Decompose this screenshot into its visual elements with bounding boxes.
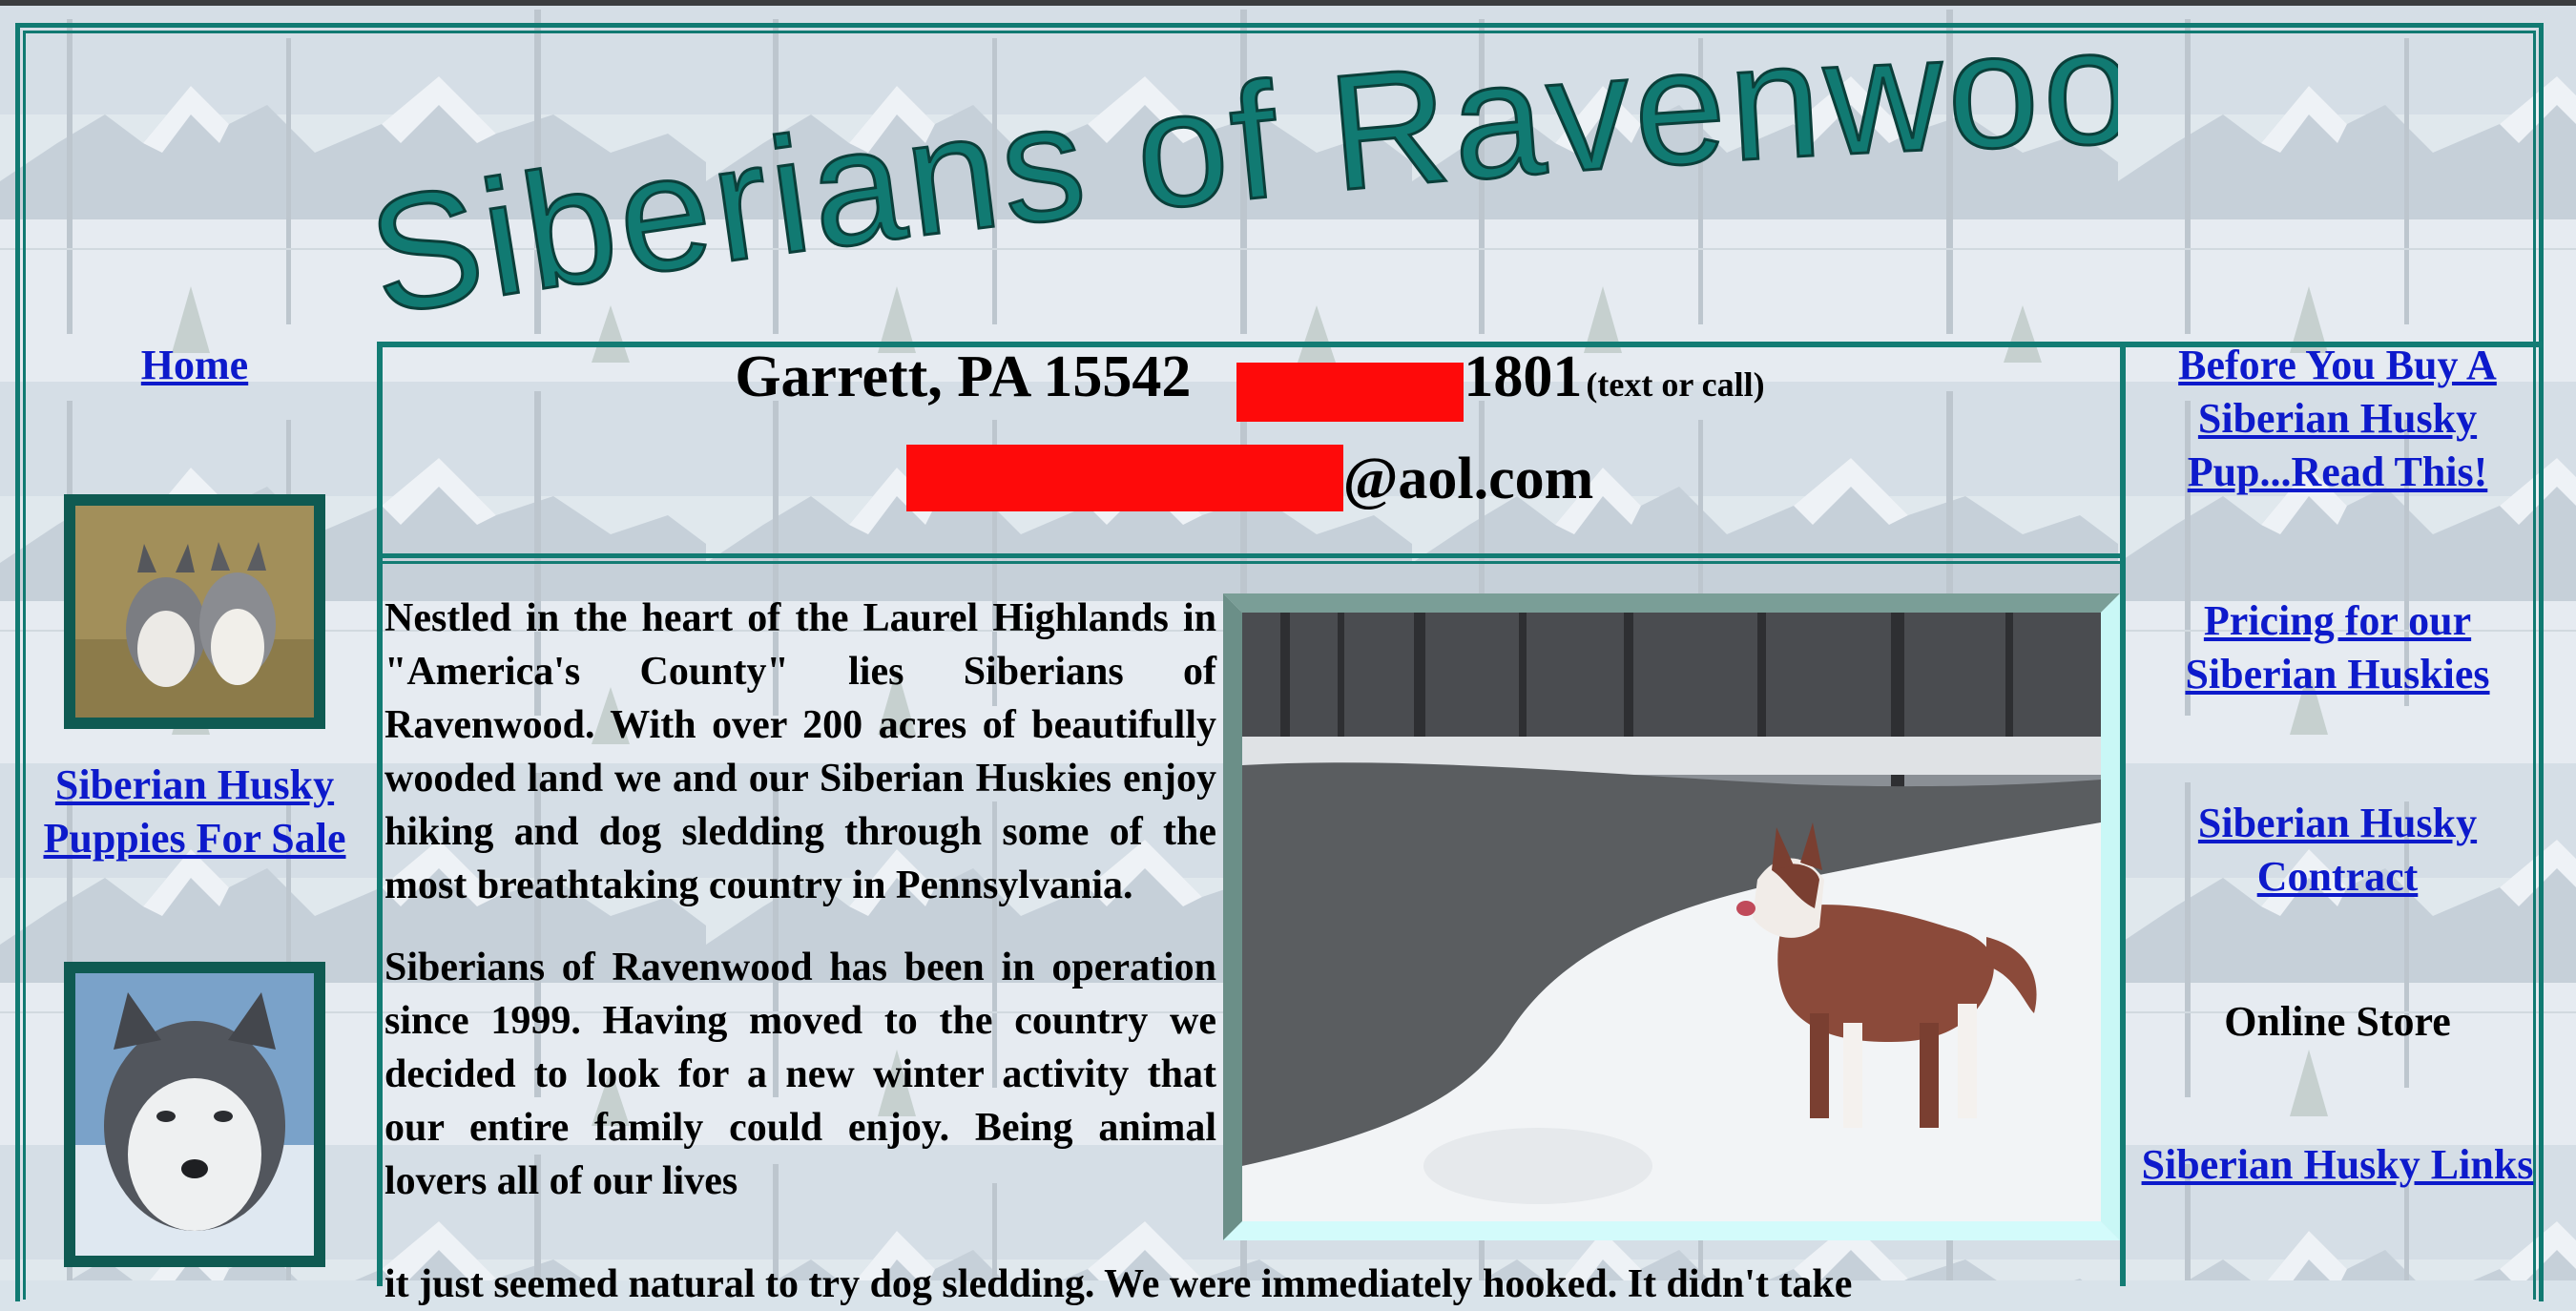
redacted-phone bbox=[1236, 363, 1465, 423]
email-domain: @aol.com bbox=[1342, 447, 1594, 511]
online-store-label: Online Store bbox=[2224, 998, 2451, 1045]
right-sidebar: Before You Buy A Siberian Husky Pup...Re… bbox=[2137, 339, 2538, 1192]
top-bar bbox=[0, 0, 2576, 6]
redacted-email bbox=[905, 445, 1343, 511]
site-title: Siberians of Ravenwood bbox=[363, 29, 2118, 351]
links-link[interactable]: Siberian Husky Links bbox=[2137, 1138, 2538, 1192]
paragraph-2-continued: it just seemed natural to try dog sleddi… bbox=[384, 1262, 1853, 1306]
table-border bbox=[377, 561, 2126, 564]
email-line: @aol.com bbox=[382, 445, 2118, 513]
table-border bbox=[2120, 342, 2126, 1286]
left-sidebar-links: Siberian Husky Puppies For Sale bbox=[23, 759, 366, 865]
pricing-link[interactable]: Pricing for our Siberian Huskies bbox=[2137, 594, 2538, 701]
puppies-for-sale-link[interactable]: Siberian Husky Puppies For Sale bbox=[23, 759, 366, 865]
husky-face-thumbnail[interactable] bbox=[64, 962, 325, 1267]
paragraph-2: Siberians of Ravenwood has been in opera… bbox=[384, 946, 1216, 1203]
phone-suffix: 1801 bbox=[1464, 344, 1583, 409]
contact-line: Garrett, PA 15542 1801 (text or call) bbox=[382, 343, 2118, 423]
husky-in-snow-photo bbox=[1223, 593, 2120, 1240]
before-you-buy-link[interactable]: Before You Buy A Siberian Husky Pup...Re… bbox=[2137, 339, 2538, 499]
paragraph-1: Nestled in the heart of the Laurel Highl… bbox=[384, 596, 1216, 907]
location: Garrett, PA 15542 bbox=[735, 344, 1192, 409]
two-husky-puppies-image bbox=[75, 506, 314, 718]
home-link[interactable]: Home bbox=[23, 339, 366, 392]
left-sidebar: Home bbox=[23, 339, 366, 392]
puppies-thumbnail[interactable] bbox=[64, 494, 325, 729]
table-border bbox=[377, 553, 2126, 558]
contract-link[interactable]: Siberian Husky Contract bbox=[2137, 797, 2538, 904]
intro-text: Nestled in the heart of the Laurel Highl… bbox=[384, 592, 1216, 1208]
phone-note: (text or call) bbox=[1586, 365, 1765, 404]
svg-text:Siberians of Ravenwood: Siberians of Ravenwood bbox=[363, 29, 2118, 349]
site-logo: Siberians of Ravenwood bbox=[363, 29, 2118, 351]
main-photo-frame bbox=[1223, 593, 2120, 1240]
husky-face-image bbox=[75, 973, 314, 1256]
